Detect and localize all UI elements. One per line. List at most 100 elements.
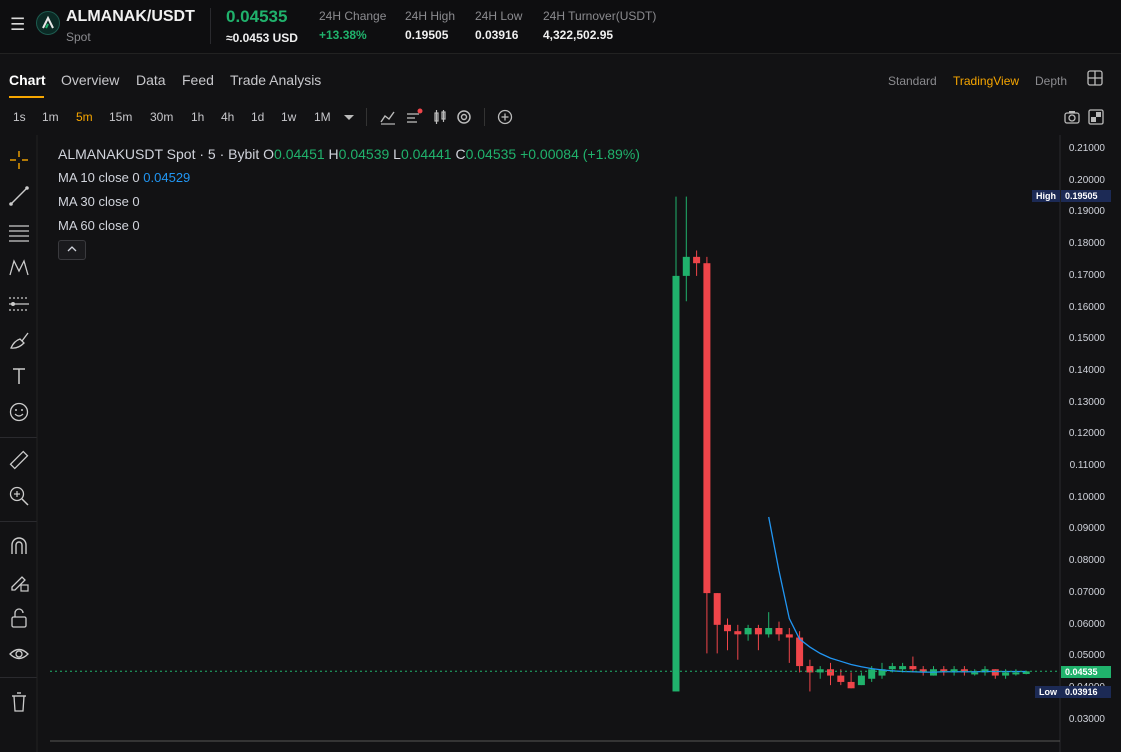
tab-trade-analysis[interactable]: Trade Analysis [230,72,321,88]
timeframe-30m[interactable]: 30m [150,110,173,124]
timeframe-dropdown-icon[interactable] [340,108,358,126]
legend-ma60[interactable]: MA 60 close 0 [58,218,140,233]
price-tick-label: 0.20000 [1068,174,1105,186]
tab-overview[interactable]: Overview [61,72,119,88]
open-label: O [263,146,275,162]
current-price-badge: 0.04535 [1061,666,1111,678]
almanak-logo-icon [42,15,54,29]
price-tick-label: 0.06000 [1068,618,1105,630]
stat-value-turnover: 4,322,502.95 [543,28,614,42]
timeframe-1M[interactable]: 1M [314,110,331,124]
price-tick-label: 0.10000 [1068,491,1105,503]
candle-body [971,672,979,675]
price-tick-label: 0.18000 [1068,238,1105,250]
price-tick-label: 0.12000 [1068,428,1105,440]
price-tick-label: 0.11000 [1069,460,1105,471]
timeframe-1h[interactable]: 1h [191,110,204,124]
legend-ma30[interactable]: MA 30 close 0 [58,194,140,209]
price-tick-label: 0.21000 [1068,143,1105,154]
timeframe-1d[interactable]: 1d [251,110,264,124]
candle-body [754,628,762,635]
timeframe-1s[interactable]: 1s [13,110,26,124]
price-tick-label: 0.13000 [1068,396,1105,408]
chart-toolbar: 1s 1m 5m 15m 30m 1h 4h 1d 1w 1M [0,104,1121,130]
chart-settings-icon[interactable] [455,108,473,126]
add-chart-icon[interactable] [496,108,514,126]
price-tick-label: 0.09000 [1068,523,1105,535]
candle-body [724,624,731,632]
price-chart[interactable] [0,135,1121,752]
toolbar-divider [366,108,367,126]
price-tick-label: 0.17000 [1068,269,1105,281]
price-tick-label: 0.15000 [1068,333,1105,345]
candle-type-icon[interactable] [431,108,449,126]
pair-name[interactable]: ALMANAK/USDT [66,8,195,26]
high-label: H [328,146,339,162]
change-value: +0.00084 (+1.89%) [520,146,640,162]
candlestick-series [672,196,1030,692]
chart-legend-main: ALMANAKUSDT Spot · 5 · Bybit O0.04451 H0… [58,146,640,162]
candle-body [744,628,752,635]
close-value: 0.04535 [465,146,517,162]
legend-ma10[interactable]: MA 10 close 0 0.04529 [58,170,190,185]
ma10-value: 0.04529 [143,170,191,185]
camera-icon[interactable] [1063,108,1081,126]
candle-body [1002,672,1010,676]
tab-chart[interactable]: Chart [9,72,46,88]
view-standard[interactable]: Standard [888,74,937,88]
stat-label-change: 24H Change [319,9,387,23]
candle-body [693,256,701,264]
candle-body [847,681,855,689]
candle-body [991,669,999,676]
candle-body [868,669,876,679]
price-tick-label: 0.19000 [1068,206,1105,218]
price-tick-label: 0.14000 [1068,364,1105,376]
price-tick-label: 0.03000 [1068,713,1105,725]
layout-grid-icon[interactable] [1087,70,1103,86]
candle-body [713,593,721,625]
low-label: L [393,146,401,162]
low-badge-value: 0.03916 [1061,686,1111,698]
high-badge-value: 0.19505 [1061,190,1111,202]
symbol-title: ALMANAKUSDT Spot · 5 · Bybit [58,146,260,162]
low-badge-label: Low [1035,686,1061,698]
view-depth[interactable]: Depth [1035,74,1067,88]
timeframe-4h[interactable]: 4h [221,110,234,124]
stat-value-change: +13.38% [319,28,367,42]
timeframe-1m[interactable]: 1m [42,110,59,124]
candle-body [888,666,896,670]
indicators-settings-icon[interactable] [405,108,423,126]
candle-body [785,634,793,638]
indicator-chart-icon[interactable] [379,108,397,126]
candle-body [703,263,711,594]
candle-body [682,256,690,276]
view-tradingview[interactable]: TradingView [953,74,1019,88]
candle-body [909,666,917,670]
candle-body [775,628,783,635]
ma10-label: MA 10 close 0 [58,170,140,185]
close-label: C [455,146,466,162]
fullscreen-icon[interactable] [1087,108,1105,126]
low-value: 0.04441 [400,146,452,162]
candle-body [827,669,834,676]
stat-label-high: 24H High [405,9,456,23]
price-tick-label: 0.07000 [1068,586,1105,598]
chevron-up-icon [67,246,77,252]
stat-label-low: 24H Low [475,9,523,23]
price-tick-label: 0.08000 [1068,555,1105,567]
last-price-usd: ≈0.0453 USD [226,31,298,45]
stat-label-turnover: 24H Turnover(USDT) [543,9,657,23]
stat-value-low: 0.03916 [475,28,519,42]
timeframe-5m[interactable]: 5m [76,110,93,124]
price-tick-label: 0.05000 [1068,650,1105,662]
candle-body [1012,672,1020,675]
timeframe-1w[interactable]: 1w [281,110,296,124]
candle-body [672,275,680,692]
tab-data[interactable]: Data [136,72,166,88]
ma10-line [768,516,1027,673]
collapse-legend-button[interactable] [58,240,86,260]
menu-icon[interactable]: ☰ [10,16,28,34]
last-price: 0.04535 [226,7,288,26]
timeframe-15m[interactable]: 15m [109,110,132,124]
tab-feed[interactable]: Feed [182,72,214,88]
